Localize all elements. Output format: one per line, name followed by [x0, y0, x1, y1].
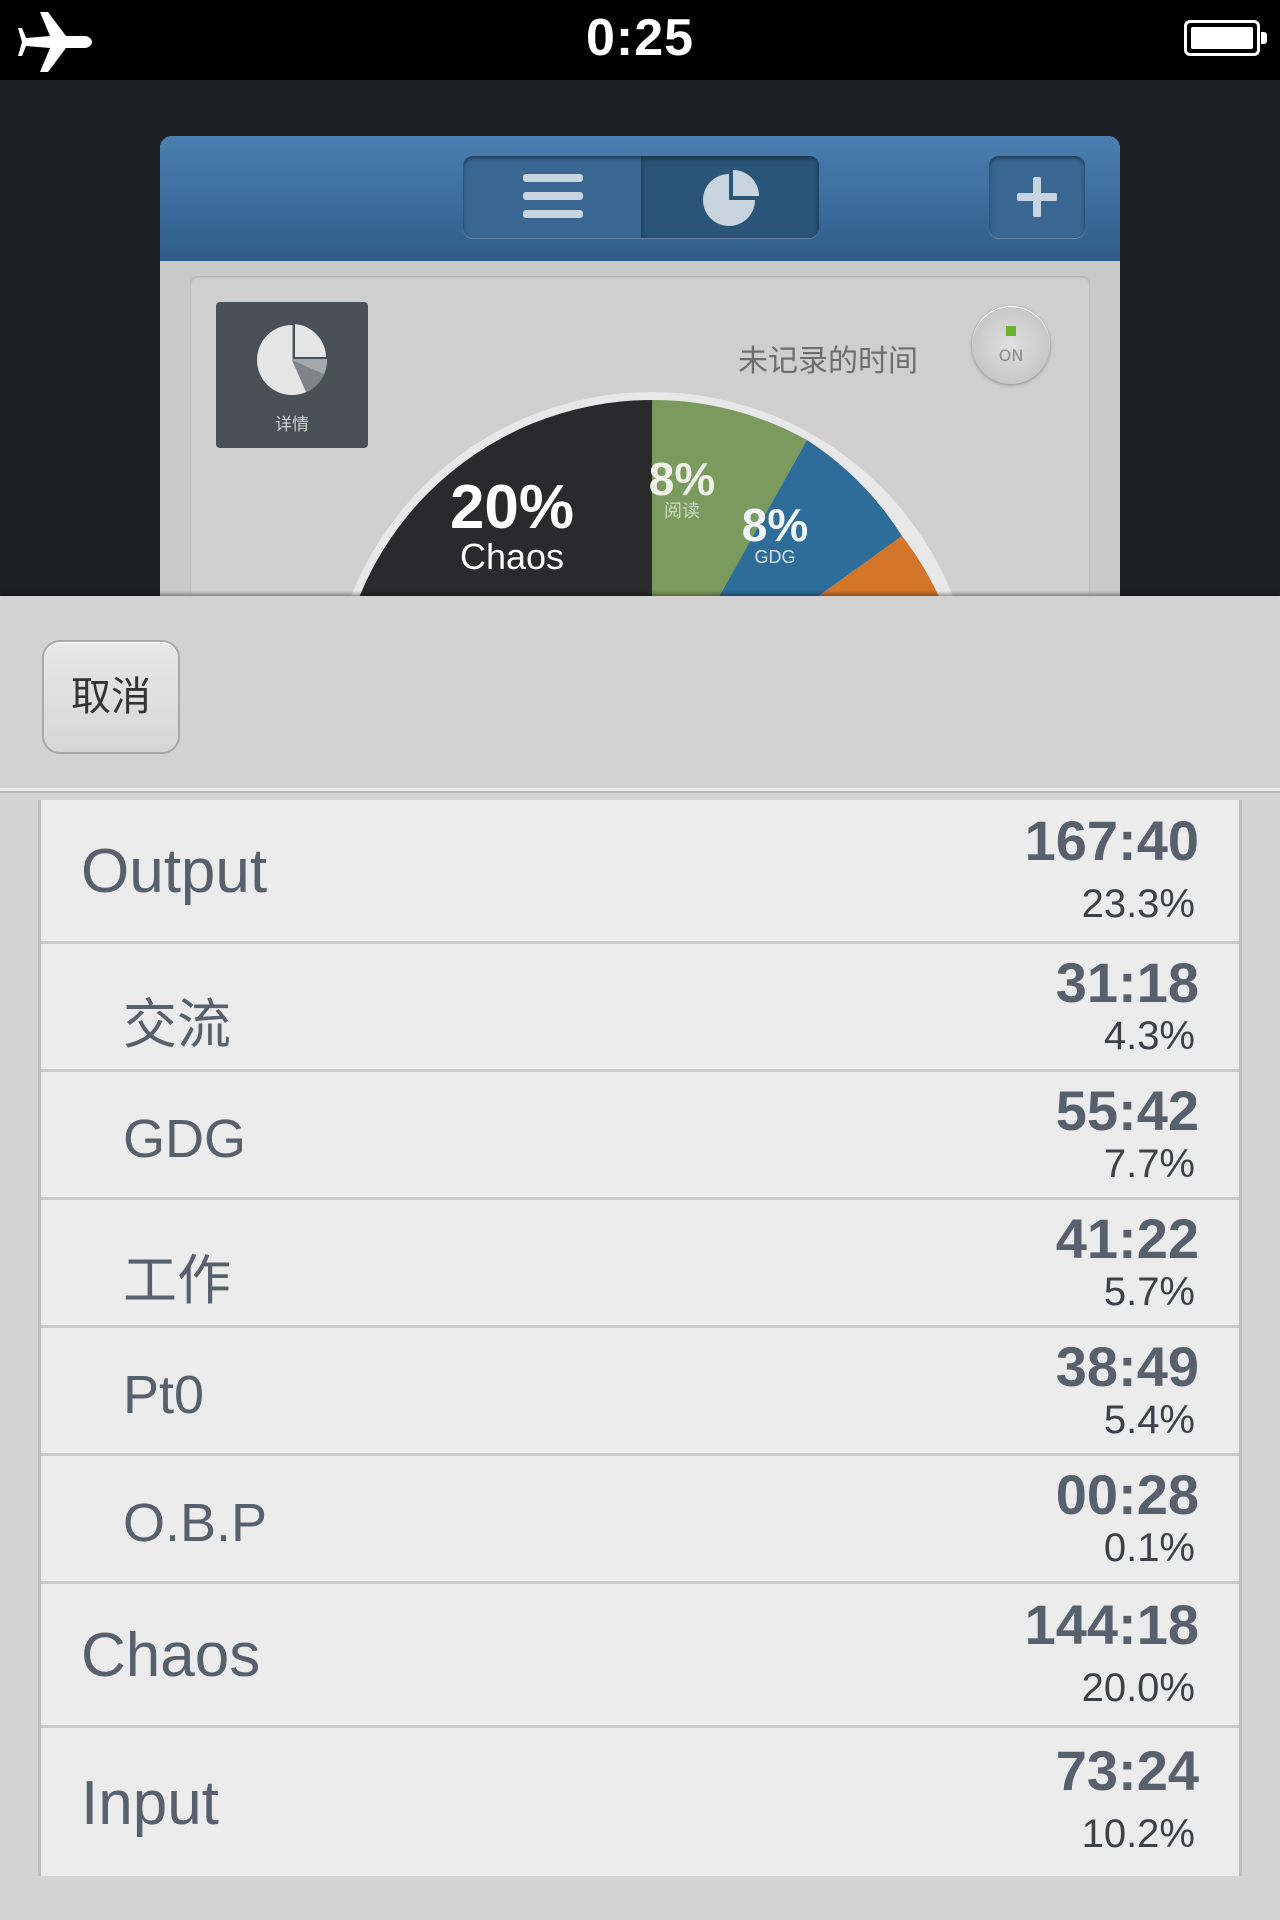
pie-label-chaos: 20% Chaos — [449, 473, 575, 577]
category-time: 73:24 — [1055, 1739, 1199, 1802]
category-name: Output — [81, 837, 268, 906]
status-led — [1006, 326, 1016, 336]
pie-label-gdg: 8% GDG — [741, 499, 809, 567]
status-time: 0:25 — [585, 9, 695, 67]
category-name: 工作 — [123, 1251, 231, 1311]
category-percent: 7.7% — [1103, 1142, 1195, 1186]
background-app-preview: 详情 未记录的时间 ON 20% Chaos 8% 阅读 8% GDG — [160, 136, 1120, 596]
list-item-pt0[interactable]: Pt0 38:49 5.4% — [41, 1328, 1239, 1456]
category-percent: 5.7% — [1103, 1270, 1195, 1314]
category-picker-sheet: 取消 Output 167:40 23.3% 交流 31:18 4.3% GDG… — [0, 596, 1280, 1920]
add-button[interactable] — [989, 156, 1085, 238]
category-percent: 5.4% — [1103, 1398, 1195, 1442]
summary-card: 详情 未记录的时间 ON 20% Chaos 8% 阅读 8% GDG — [190, 276, 1090, 596]
category-time: 00:28 — [1055, 1463, 1199, 1526]
list-item-output[interactable]: Output 167:40 23.3% — [41, 800, 1239, 944]
list-item-communication[interactable]: 交流 31:18 4.3% — [41, 944, 1239, 1072]
category-percent: 10.2% — [1081, 1812, 1195, 1856]
list-item-obp[interactable]: O.B.P 00:28 0.1% — [41, 1456, 1239, 1584]
list-icon — [523, 174, 583, 218]
view-segmented-control — [463, 156, 819, 238]
chart-view-tab[interactable] — [641, 156, 819, 238]
category-name: GDG — [123, 1109, 247, 1169]
category-time: 41:22 — [1055, 1207, 1199, 1270]
sheet-header: 取消 — [0, 596, 1280, 791]
list-item-chaos[interactable]: Chaos 144:18 20.0% — [41, 1584, 1239, 1728]
cancel-button[interactable]: 取消 — [42, 640, 180, 754]
category-name: Chaos — [81, 1621, 261, 1690]
pie-chart-icon — [703, 170, 759, 226]
category-time: 144:18 — [1024, 1593, 1199, 1656]
list-item-work[interactable]: 工作 41:22 5.7% — [41, 1200, 1239, 1328]
list-item-gdg[interactable]: GDG 55:42 7.7% — [41, 1072, 1239, 1200]
category-time: 31:18 — [1055, 951, 1199, 1014]
category-time: 167:40 — [1024, 809, 1199, 872]
category-time: 55:42 — [1055, 1079, 1199, 1142]
pie-label-reading: 8% 阅读 — [648, 453, 716, 521]
category-percent: 23.3% — [1081, 882, 1195, 926]
category-name: 交流 — [123, 995, 231, 1055]
category-name: O.B.P — [123, 1493, 268, 1553]
category-name: Input — [81, 1769, 219, 1838]
plus-icon — [1017, 177, 1057, 217]
status-bar: 0:25 — [0, 0, 1280, 80]
battery-icon — [1184, 20, 1267, 56]
list-item-input[interactable]: Input 73:24 10.2% — [41, 1728, 1239, 1876]
category-time: 38:49 — [1055, 1335, 1199, 1398]
category-percent: 20.0% — [1081, 1666, 1195, 1710]
category-name: Pt0 — [123, 1365, 205, 1425]
category-list[interactable]: Output 167:40 23.3% 交流 31:18 4.3% GDG 55… — [38, 800, 1242, 1876]
list-view-tab[interactable] — [463, 156, 641, 238]
category-percent: 4.3% — [1103, 1014, 1195, 1058]
app-toolbar — [160, 136, 1120, 261]
category-percent: 0.1% — [1103, 1526, 1195, 1570]
